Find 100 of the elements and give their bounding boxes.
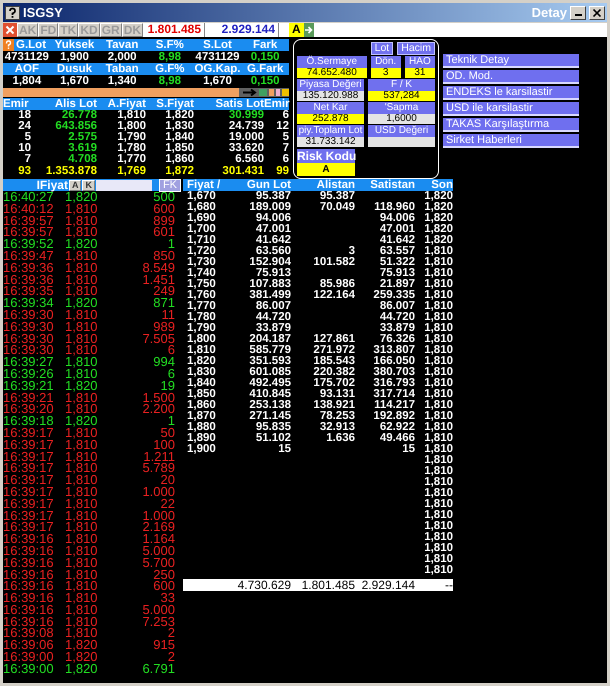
trade-lot: 989: [153, 320, 175, 333]
column-header: Satistan: [369, 179, 415, 191]
table-cell-text: 1,850: [186, 389, 217, 400]
table-cell-text: 122.164: [312, 290, 355, 301]
column-header: Emir: [3, 98, 30, 110]
trade-price: 1,820: [65, 380, 99, 392]
trade-lot: 11: [162, 308, 175, 321]
trade-price: 1,810: [65, 262, 99, 274]
action-button[interactable]: Sirket Haberleri: [443, 134, 579, 148]
table-cell-text: 78.253: [318, 411, 355, 422]
total-cell-text: 93: [17, 166, 31, 177]
trade-time: 16:39:35: [3, 285, 55, 298]
trade-lot: 5.789: [141, 462, 175, 474]
field-value: 1,6000: [368, 114, 435, 124]
small-button[interactable]: A: [68, 180, 82, 190]
table-cell-text: 7: [282, 143, 289, 154]
trade-price: 1,810: [65, 462, 99, 474]
stat-value: 2,000: [106, 51, 138, 63]
table-cell-text: 1,810: [423, 389, 453, 400]
table-cell-text: 1,880: [186, 422, 217, 433]
toggle-button[interactable]: Hacim: [397, 42, 435, 55]
trade-lot: 850: [153, 250, 175, 262]
trade-lot: 871: [152, 297, 175, 309]
trade-time: 16:39:17: [3, 498, 55, 510]
trade-time: 16:39:26: [3, 368, 55, 380]
risk-code: A: [289, 23, 304, 37]
table-cell-text: 313.807: [372, 345, 415, 356]
table-cell-text: 1,780: [116, 143, 146, 154]
table-cell-text: 585.779: [248, 345, 291, 356]
table-cell-text: 1,820: [423, 213, 453, 224]
table-cell-text: 3.619: [67, 143, 97, 154]
action-button[interactable]: OD. Mod.: [443, 70, 579, 84]
trade-price: 1,810: [65, 568, 99, 580]
column-header: G.F%: [154, 63, 186, 75]
table-cell-text: 1,710: [186, 235, 217, 246]
trade-price: 1,810: [65, 356, 99, 368]
toggle-button[interactable]: Lot: [370, 42, 394, 55]
table-cell-text: 41.642: [378, 235, 415, 246]
column-header: AOF: [14, 63, 40, 75]
stat-value: 4731129: [194, 51, 241, 63]
table-cell-text: 6: [282, 110, 289, 121]
table-cell-text: 1,810: [423, 532, 453, 543]
small-button[interactable]: K: [82, 180, 95, 190]
table-cell-text: 95.835: [254, 422, 291, 433]
trade-lot: 6: [168, 368, 175, 380]
action-button[interactable]: TAKAS Karşılaştırma: [443, 118, 579, 132]
trade-price: 1,810: [65, 627, 99, 640]
close-button[interactable]: [589, 6, 605, 20]
trade-price: 1,810: [65, 426, 99, 439]
table-cell-text: 1,760: [186, 290, 217, 301]
field-label: piy.Toplam Lot: [297, 125, 364, 137]
help-icon[interactable]: [5, 6, 20, 20]
table-cell-text: 1,810: [423, 543, 453, 554]
table-cell-text: 1,790: [116, 132, 146, 143]
table-cell-text: 1,810: [423, 510, 453, 521]
field-value: A: [297, 163, 355, 176]
table-cell-text: 1,810: [423, 400, 453, 411]
table-cell-text: 259.335: [372, 290, 415, 301]
minimize-icon: [574, 14, 582, 16]
stat-value: 8,98: [158, 51, 182, 63]
column-header: G.Fark: [246, 63, 284, 75]
trade-lot: 500: [152, 191, 175, 203]
trade-time: 16:39:16: [3, 533, 55, 545]
trade-time: 16:39:17: [3, 438, 55, 451]
table-cell-text: 1,810: [186, 345, 217, 356]
filter-field[interactable]: [96, 180, 152, 190]
table-cell-text: 30.999: [228, 110, 264, 121]
trade-price: 1,810: [65, 474, 99, 486]
help-icon: [3, 39, 14, 51]
table-cell-text: 271.145: [248, 411, 291, 422]
minimize-button[interactable]: [570, 6, 586, 20]
table-cell-text: 1,840: [186, 378, 217, 389]
arrow-button[interactable]: [304, 23, 314, 37]
table-cell-text: 41.642: [254, 235, 291, 246]
window-title: Detay: [532, 4, 567, 22]
table-cell-text: 1,770: [186, 301, 217, 312]
trade-price: 1,810: [65, 332, 99, 344]
trade-time: 16:39:17: [3, 486, 55, 498]
trade-lot: 5.000: [141, 544, 175, 557]
trade-price: 1,810: [65, 403, 99, 416]
trade-price: 1,820: [65, 639, 99, 652]
action-button[interactable]: USD ile karsilastir: [443, 102, 579, 116]
table-cell-text: 1,810: [423, 268, 453, 279]
field-value: 135.120.988: [297, 91, 364, 101]
table-cell-text: 47.001: [254, 224, 291, 235]
table-cell-text: 1,810: [423, 323, 453, 334]
trade-time: 16:40:27: [3, 191, 54, 203]
field-label: F / K: [368, 79, 435, 91]
trade-time: 16:39:17: [3, 426, 55, 439]
action-button[interactable]: ENDEKS le karsilastir: [443, 86, 579, 100]
table-cell-text: 152.904: [248, 257, 291, 268]
trade-time: 16:39:34: [3, 297, 55, 309]
table-cell-text: 1,810: [423, 488, 453, 499]
field-label: Dön.: [370, 56, 401, 68]
table-cell-text: 1,840: [164, 132, 194, 143]
action-button[interactable]: Teknik Detay: [443, 54, 579, 68]
filter-button[interactable]: FK: [158, 178, 181, 192]
trade-time: 16:39:08: [3, 627, 55, 640]
close-icon: [593, 8, 601, 16]
table-cell-text: 1,820: [423, 224, 453, 235]
